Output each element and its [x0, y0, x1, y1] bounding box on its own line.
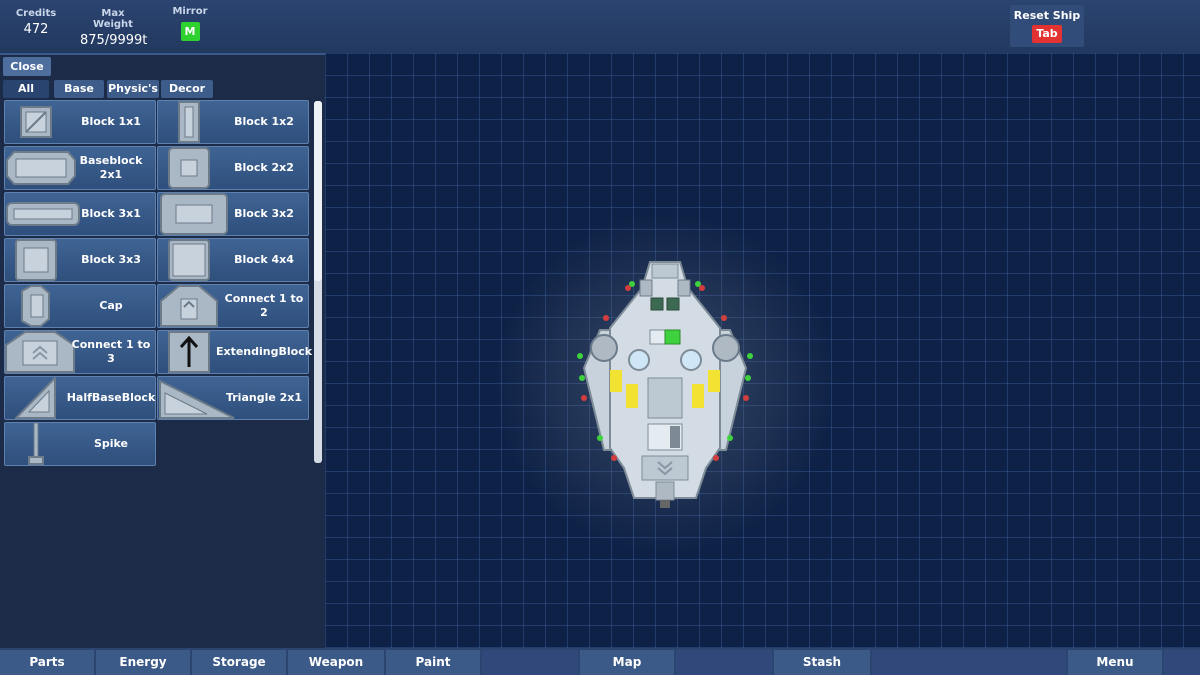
cap-icon	[6, 285, 66, 327]
part-label: Connect 1 to 2	[224, 292, 304, 319]
tab-energy[interactable]: Energy	[96, 650, 190, 675]
part-block-1x1[interactable]: Block 1x1	[4, 100, 156, 144]
part-cap[interactable]: Cap	[4, 284, 156, 328]
part-label: Block 3x3	[81, 253, 141, 266]
reset-ship-key-badge[interactable]: Tab	[1032, 25, 1062, 43]
connect-1-to-3-icon	[5, 331, 75, 373]
toolbar-spacer	[676, 650, 772, 675]
credits-value: 472	[23, 22, 49, 37]
part-spike[interactable]: Spike	[4, 422, 156, 466]
part-block-3x2[interactable]: Block 3x2	[157, 192, 309, 236]
tab-decor[interactable]: Decor	[161, 80, 213, 98]
ship-preview[interactable]	[570, 258, 760, 522]
part-baseblock-2x1[interactable]: Baseblock 2x1	[4, 146, 156, 190]
parts-scrollbar[interactable]	[314, 101, 322, 463]
tab-weapon[interactable]: Weapon	[288, 650, 384, 675]
reset-ship-button[interactable]: Reset Ship Tab	[1010, 5, 1084, 47]
toolbar-spacer	[1164, 650, 1200, 675]
connect-1-to-2-icon	[159, 285, 219, 327]
top-bar: Credits 472 Max Weight 875/9999t Mirror …	[0, 0, 1200, 55]
extending-block-icon	[159, 331, 219, 373]
tab-storage[interactable]: Storage	[192, 650, 286, 675]
toolbar-spacer	[872, 650, 1066, 675]
part-block-1x2[interactable]: Block 1x2	[157, 100, 309, 144]
part-triangle-2x1[interactable]: Triangle 2x1	[157, 376, 309, 420]
tab-map[interactable]: Map	[580, 650, 674, 675]
part-label: Block 2x2	[234, 161, 294, 174]
part-block-2x2[interactable]: Block 2x2	[157, 146, 309, 190]
part-label: Block 3x2	[234, 207, 294, 220]
block-1x2-icon	[159, 101, 219, 143]
block-2x2-icon	[159, 147, 219, 189]
close-button[interactable]: Close	[3, 57, 51, 76]
bottom-toolbar: Parts Energy Storage Weapon Paint Map St…	[0, 648, 1200, 675]
tab-parts[interactable]: Parts	[0, 650, 94, 675]
part-block-4x4[interactable]: Block 4x4	[157, 238, 309, 282]
part-label: Block 1x2	[234, 115, 294, 128]
part-label: Connect 1 to 3	[71, 338, 151, 365]
part-extending-block[interactable]: ExtendingBlock	[157, 330, 313, 374]
menu-button[interactable]: Menu	[1068, 650, 1162, 675]
part-connect-1-to-2[interactable]: Connect 1 to 2	[157, 284, 309, 328]
part-label: Spike	[93, 437, 129, 450]
part-connect-1-to-3[interactable]: Connect 1 to 3	[4, 330, 156, 374]
tab-base[interactable]: Base	[54, 80, 104, 98]
spike-icon	[6, 423, 66, 465]
tab-stash[interactable]: Stash	[774, 650, 870, 675]
ship-sprite	[577, 261, 753, 508]
max-weight-display: Max Weight 875/9999t	[80, 8, 148, 48]
part-label: Baseblock 2x1	[79, 154, 143, 181]
part-label: Block 1x1	[81, 115, 141, 128]
block-4x4-icon	[159, 239, 219, 281]
credits-display: Credits 472	[14, 8, 58, 37]
mirror-key-badge[interactable]: M	[180, 22, 200, 41]
block-3x3-icon	[6, 239, 66, 281]
parts-panel: Close All Base Physic's Decor Block 1x1 …	[0, 55, 325, 648]
max-weight-label: Max Weight	[93, 8, 133, 30]
build-grid[interactable]	[325, 53, 1200, 648]
tab-paint[interactable]: Paint	[386, 650, 480, 675]
part-label: HalfBaseBlock	[66, 391, 156, 404]
half-base-block-icon	[6, 377, 66, 419]
scrollbar-thumb[interactable]	[314, 101, 322, 281]
part-block-3x3[interactable]: Block 3x3	[4, 238, 156, 282]
mirror-toggle[interactable]: Mirror M	[170, 6, 210, 41]
max-weight-value: 875/9999t	[80, 33, 148, 48]
toolbar-spacer	[482, 650, 578, 675]
part-label: ExtendingBlock	[215, 345, 313, 358]
part-block-3x1[interactable]: Block 3x1	[4, 192, 156, 236]
part-label: Block 4x4	[234, 253, 294, 266]
part-label: Block 3x1	[81, 207, 141, 220]
credits-label: Credits	[15, 8, 57, 19]
part-label: Triangle 2x1	[225, 391, 303, 404]
part-label: Cap	[99, 299, 123, 312]
tab-all[interactable]: All	[3, 80, 49, 98]
mirror-label: Mirror	[172, 6, 208, 17]
block-1x1-icon	[6, 102, 66, 142]
reset-ship-label: Reset Ship	[1013, 9, 1081, 22]
part-half-base-block[interactable]: HalfBaseBlock	[4, 376, 156, 420]
tab-physics[interactable]: Physic's	[107, 80, 159, 98]
